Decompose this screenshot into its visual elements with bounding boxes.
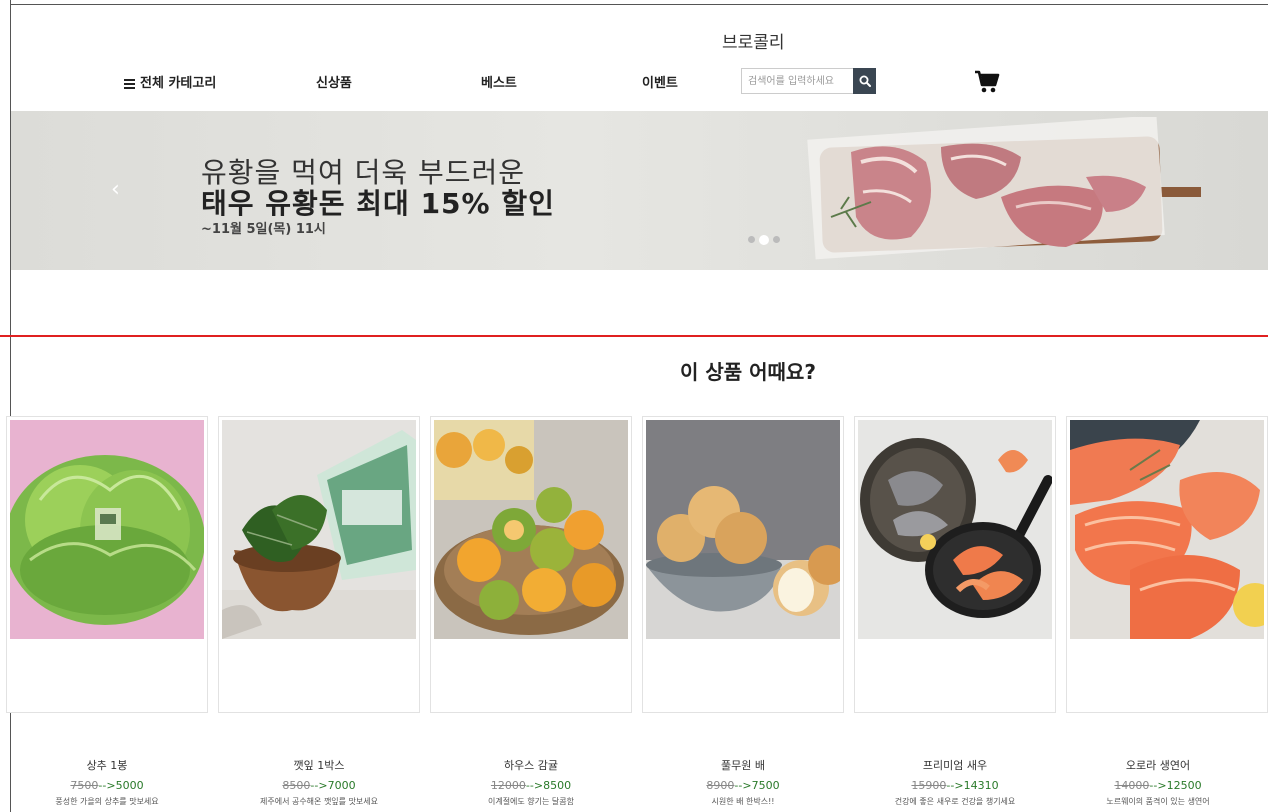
product-card-shrimp[interactable] [854, 416, 1056, 713]
product-price: 15900-->14310 [845, 779, 1065, 792]
product-name[interactable]: 오로라 생연어 [1048, 757, 1268, 773]
nav-best[interactable]: 베스트 [481, 72, 517, 91]
product-name[interactable]: 프리미엄 새우 [845, 757, 1065, 773]
product-info-shrimp: 프리미엄 새우 15900-->14310 건강에 좋은 새우로 건강을 챙기세… [845, 757, 1065, 807]
product-old-price: 15900 [911, 779, 947, 792]
shopping-cart-icon [975, 70, 1000, 93]
product-price-sep: --> [946, 779, 964, 792]
nav-all-categories[interactable]: 전체 카테고리 [124, 72, 216, 91]
banner-meat-image [807, 117, 1201, 260]
product-price-sep: --> [734, 779, 752, 792]
search-icon [859, 75, 871, 87]
banner-dot-2[interactable] [759, 235, 769, 245]
hero-banner[interactable]: ‹ 유황을 먹여 더욱 부드러운 태우 유황돈 최대 15% 할인 ~11월 5… [11, 111, 1268, 270]
banner-pagination [748, 235, 780, 245]
product-new-price: 7000 [327, 779, 356, 792]
nav-all-categories-label: 전체 카테고리 [140, 76, 217, 91]
product-desc: 건강에 좋은 새우로 건강을 챙기세요 [894, 797, 1016, 806]
product-desc: 시원한 배 한박스!! [711, 797, 775, 806]
product-price: 14000-->12500 [1048, 779, 1268, 792]
nav-new-products[interactable]: 신상품 [316, 72, 352, 91]
product-card-tangerine[interactable] [430, 416, 632, 713]
recommend-section-title: 이 상품 어때요? [680, 360, 816, 384]
product-name[interactable]: 깻잎 1박스 [209, 757, 429, 773]
product-desc: 제주에서 공수해온 깻잎를 맛보세요 [259, 797, 379, 806]
product-card-pear[interactable] [642, 416, 844, 713]
page-frame-top [10, 4, 1268, 5]
cart-button[interactable] [972, 68, 1002, 96]
product-desc: 풍성한 가을의 상추를 맛보세요 [55, 797, 159, 806]
banner-dot-3[interactable] [773, 236, 780, 243]
banner-promo: 태우 유황돈 최대 15% 할인 [201, 187, 555, 220]
product-new-price: 8500 [543, 779, 572, 792]
product-image-salmon [1070, 420, 1264, 639]
product-info-pear: 풀무원 배 8900-->7500 시원한 배 한박스!! [633, 757, 853, 807]
product-price-sep: --> [98, 779, 116, 792]
product-old-price: 12000 [490, 779, 526, 792]
product-old-price: 7500 [70, 779, 99, 792]
product-new-price: 5000 [115, 779, 144, 792]
product-new-price: 14310 [963, 779, 999, 792]
product-image-shrimp [858, 420, 1052, 639]
product-price-sep: --> [310, 779, 328, 792]
product-price: 7500-->5000 [0, 779, 217, 792]
product-card-salmon[interactable] [1066, 416, 1268, 713]
search-button[interactable] [853, 68, 876, 94]
product-info-perilla: 깻잎 1박스 8500-->7000 제주에서 공수해온 깻잎를 맛보세요 [209, 757, 429, 807]
product-price-sep: --> [1149, 779, 1167, 792]
product-desc: 노르웨이의 품격이 있는 생연어 [1106, 797, 1210, 806]
product-new-price: 12500 [1166, 779, 1202, 792]
section-divider [0, 335, 1268, 337]
banner-date: ~11월 5일(목) 11시 [201, 222, 326, 237]
brand-logo[interactable]: 브로콜리 [722, 28, 785, 53]
product-image-tangerine [434, 420, 628, 639]
product-card-perilla[interactable] [218, 416, 420, 713]
banner-prev-arrow[interactable]: ‹ [111, 177, 120, 202]
product-name[interactable]: 하우스 감귤 [421, 757, 641, 773]
product-old-price: 8900 [706, 779, 735, 792]
product-desc: 이계절에도 향기는 달콤함 [487, 797, 575, 806]
product-new-price: 7500 [751, 779, 780, 792]
product-info-salmon: 오로라 생연어 14000-->12500 노르웨이의 품격이 있는 생연어 [1048, 757, 1268, 807]
product-name[interactable]: 풀무원 배 [633, 757, 853, 773]
product-card-lettuce[interactable] [6, 416, 208, 713]
product-old-price: 8500 [282, 779, 311, 792]
product-old-price: 14000 [1114, 779, 1150, 792]
product-price: 12000-->8500 [421, 779, 641, 792]
product-image-lettuce [10, 420, 204, 639]
product-name[interactable]: 상추 1봉 [0, 757, 217, 773]
product-image-pear [646, 420, 840, 639]
product-price: 8900-->7500 [633, 779, 853, 792]
product-price-sep: --> [525, 779, 544, 792]
search-input[interactable] [741, 68, 853, 94]
product-info-tangerine: 하우스 감귤 12000-->8500 이계절에도 향기는 달콤함 [421, 757, 641, 807]
product-info-lettuce: 상추 1봉 7500-->5000 풍성한 가을의 상추를 맛보세요 [0, 757, 217, 807]
hamburger-menu-icon [124, 79, 135, 89]
product-price: 8500-->7000 [209, 779, 429, 792]
product-image-perilla [222, 420, 416, 639]
banner-dot-1[interactable] [748, 236, 755, 243]
nav-event[interactable]: 이벤트 [642, 72, 678, 91]
